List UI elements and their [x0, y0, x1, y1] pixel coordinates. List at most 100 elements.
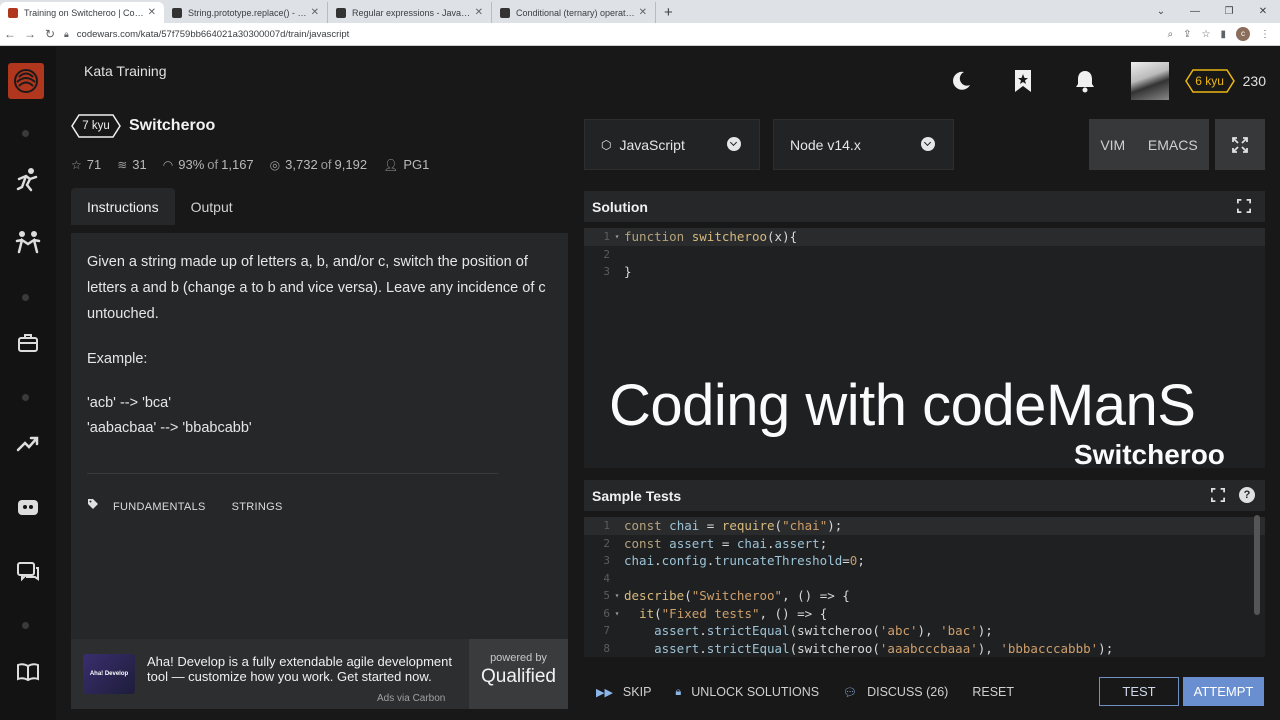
reset-label: RESET	[972, 685, 1015, 699]
browser-tab-bar: Training on Switcheroo | Codewars ✕ Stri…	[0, 0, 1280, 23]
back-icon[interactable]: ←	[0, 27, 20, 41]
codewars-logo-icon[interactable]	[8, 63, 44, 99]
tag-list: FUNDAMENTALS STRINGS	[87, 494, 552, 520]
unlock-solutions-button[interactable]: 🔒︎ UNLOCK SOLUTIONS	[675, 685, 819, 699]
zoom-icon[interactable]: ⌕	[1168, 29, 1174, 40]
browser-tab-codewars[interactable]: Training on Switcheroo | Codewars ✕	[0, 2, 164, 23]
user-rank-badge[interactable]: 6 kyu	[1184, 69, 1235, 93]
code-line: 7 assert.strictEqual(switcheroo('abc'), …	[603, 623, 993, 638]
completed-count: 3,732	[285, 157, 318, 172]
mdn-favicon-icon	[336, 7, 346, 18]
menu-icon[interactable]: ⋮	[1260, 29, 1270, 40]
skip-button[interactable]: ▶▶ SKIP	[596, 685, 651, 699]
tests-scrollbar[interactable]	[1254, 515, 1260, 615]
chat-icon[interactable]	[0, 560, 56, 584]
ad-image[interactable]: Aha! Develop	[83, 654, 135, 694]
user-avatar[interactable]	[1130, 62, 1169, 100]
tab-instructions[interactable]: Instructions	[71, 188, 175, 225]
expand-icon[interactable]	[1211, 488, 1225, 505]
mdn-favicon-icon	[172, 7, 182, 18]
browser-tab-replace[interactable]: String.prototype.replace() - JavaScript …	[164, 2, 328, 23]
code-line: 3 chai.config.truncateThreshold=0;	[603, 553, 865, 568]
tag-strings[interactable]: STRINGS	[232, 494, 283, 520]
emacs-mode-button[interactable]: EMACS	[1148, 137, 1198, 153]
close-icon[interactable]: ✕	[639, 7, 647, 18]
dark-mode-moon-icon[interactable]	[945, 65, 977, 97]
sidepanel-icon[interactable]: ▮	[1220, 29, 1226, 40]
kata-stats: ☆ 71 ≋ 31 ◠ 93% of 1,167 ◎ 3,732 of 9,19…	[71, 157, 445, 172]
close-icon[interactable]: ✕	[148, 7, 156, 18]
window-controls: ⌄ — ❐ ✕	[1144, 0, 1280, 23]
author-stat[interactable]: 👤︎ PG1	[383, 157, 429, 172]
instructions-panel: Given a string made up of letters a, b, …	[71, 233, 568, 639]
tab-title: String.prototype.replace() - JavaScript	[188, 7, 307, 18]
notifications-bell-icon[interactable]	[1069, 65, 1101, 97]
tab-output[interactable]: Output	[175, 188, 249, 225]
ad-via[interactable]: Ads via Carbon	[377, 693, 445, 704]
close-window-icon[interactable]: ✕	[1246, 6, 1280, 17]
browser-tab-ternary[interactable]: Conditional (ternary) operator - JavaScr…	[492, 2, 656, 23]
code-line: 1 const chai = require("chai");	[584, 517, 1265, 535]
code-line: 4	[603, 571, 610, 585]
solution-header: Solution	[584, 191, 1265, 222]
browser-tab-regex[interactable]: Regular expressions - JavaScript ✕	[328, 2, 492, 23]
powered-by-label: powered by	[490, 652, 547, 664]
code-line: 5 ▾ describe("Switcheroo", () => {	[603, 588, 850, 603]
new-tab-button[interactable]: +	[656, 2, 681, 23]
leaderboard-trend-icon[interactable]	[0, 432, 56, 456]
example-line: 'acb' --> 'bca'	[87, 395, 172, 411]
language-value: JavaScript	[619, 136, 685, 153]
chevron-down-icon	[727, 137, 741, 151]
close-icon[interactable]: ✕	[475, 7, 483, 18]
attempt-button[interactable]: ATTEMPT	[1183, 677, 1264, 706]
runtime-value: Node v14.x	[790, 136, 861, 153]
bookmark-icon[interactable]	[1007, 65, 1039, 97]
sidebar	[0, 47, 56, 720]
runtime-select[interactable]: Node v14.x	[773, 119, 954, 170]
language-select[interactable]: ⬡ JavaScript	[584, 119, 760, 170]
discuss-button[interactable]: 💬︎ DISCUSS (26)	[843, 685, 948, 699]
expand-icon[interactable]	[1237, 199, 1251, 216]
carbon-ad[interactable]: Aha! Develop Aha! Develop is a fully ext…	[71, 639, 568, 709]
docs-book-icon[interactable]	[0, 660, 56, 684]
minimize-icon[interactable]: —	[1178, 6, 1212, 17]
code-line: 2 const assert = chai.assert;	[603, 535, 828, 551]
user-rank-label: 6 kyu	[1195, 74, 1224, 88]
stars-stat[interactable]: ☆ 71	[71, 157, 101, 172]
fast-forward-icon: ▶▶	[596, 686, 613, 699]
reset-button[interactable]: RESET	[972, 685, 1014, 699]
practice-icon[interactable]	[0, 230, 56, 256]
code-line: 6 ▾ it("Fixed tests", () => {	[603, 605, 828, 621]
training-icon[interactable]	[0, 167, 56, 193]
kata-rank-label: 7 kyu	[82, 120, 110, 132]
collections-stat: ≋ 31	[117, 157, 147, 172]
restore-icon[interactable]: ❐	[1212, 6, 1246, 17]
codewars-favicon-icon	[8, 7, 18, 18]
profile-avatar[interactable]: c	[1236, 27, 1250, 41]
tests-editor[interactable]: 1 const chai = require("chai"); 2 const as…	[584, 517, 1265, 657]
main-area: Kata Training 6 kyu 230 7 kyu Switcheroo…	[56, 47, 1280, 720]
bookmark-star-icon[interactable]: ☆	[1202, 29, 1211, 40]
tab-search-icon[interactable]: ⌄	[1144, 6, 1178, 17]
discord-icon[interactable]	[0, 496, 56, 520]
tag-fundamentals[interactable]: FUNDAMENTALS	[113, 494, 206, 520]
reload-icon[interactable]: ↻	[40, 27, 60, 41]
divider	[87, 473, 498, 474]
tab-title: Training on Switcheroo | Codewars	[24, 7, 144, 18]
briefcase-icon[interactable]	[0, 332, 56, 354]
url-field[interactable]: 🔒︎ codewars.com/kata/57f759bb664021a3030…	[64, 29, 1168, 40]
video-overlay-title: Coding with codeManS	[609, 373, 1196, 438]
forward-icon[interactable]: →	[20, 27, 40, 41]
test-button[interactable]: TEST	[1099, 677, 1179, 706]
tab-title: Regular expressions - JavaScript	[352, 7, 471, 18]
unlock-label: UNLOCK SOLUTIONS	[691, 685, 820, 699]
expand-icon	[1232, 136, 1248, 153]
close-icon[interactable]: ✕	[311, 7, 319, 18]
fullscreen-button[interactable]	[1215, 119, 1265, 170]
vim-mode-button[interactable]: VIM	[1100, 137, 1125, 153]
code-line: 1 ▾ function switcheroo(x){	[584, 228, 1265, 246]
help-icon[interactable]: ?	[1239, 487, 1255, 503]
language-hex-icon: ⬡	[601, 137, 612, 152]
qualified-sponsor[interactable]: powered by Qualified	[469, 639, 568, 709]
share-icon[interactable]: ⇪	[1183, 29, 1191, 40]
